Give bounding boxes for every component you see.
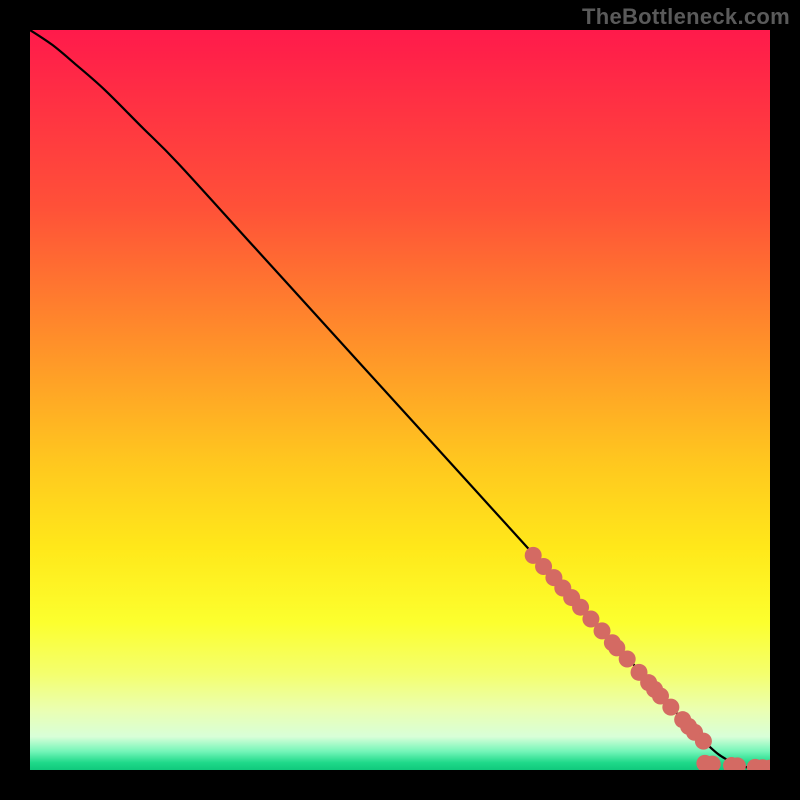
bottleneck-chart bbox=[0, 0, 800, 800]
watermark-text: TheBottleneck.com bbox=[582, 4, 790, 30]
plot-background bbox=[30, 30, 770, 770]
data-point bbox=[762, 760, 779, 777]
data-point bbox=[695, 733, 712, 750]
data-point bbox=[662, 699, 679, 716]
data-point bbox=[729, 757, 746, 774]
data-point bbox=[704, 756, 721, 773]
chart-frame: { "watermark": "TheBottleneck.com", "col… bbox=[0, 0, 800, 800]
data-point bbox=[619, 651, 636, 668]
